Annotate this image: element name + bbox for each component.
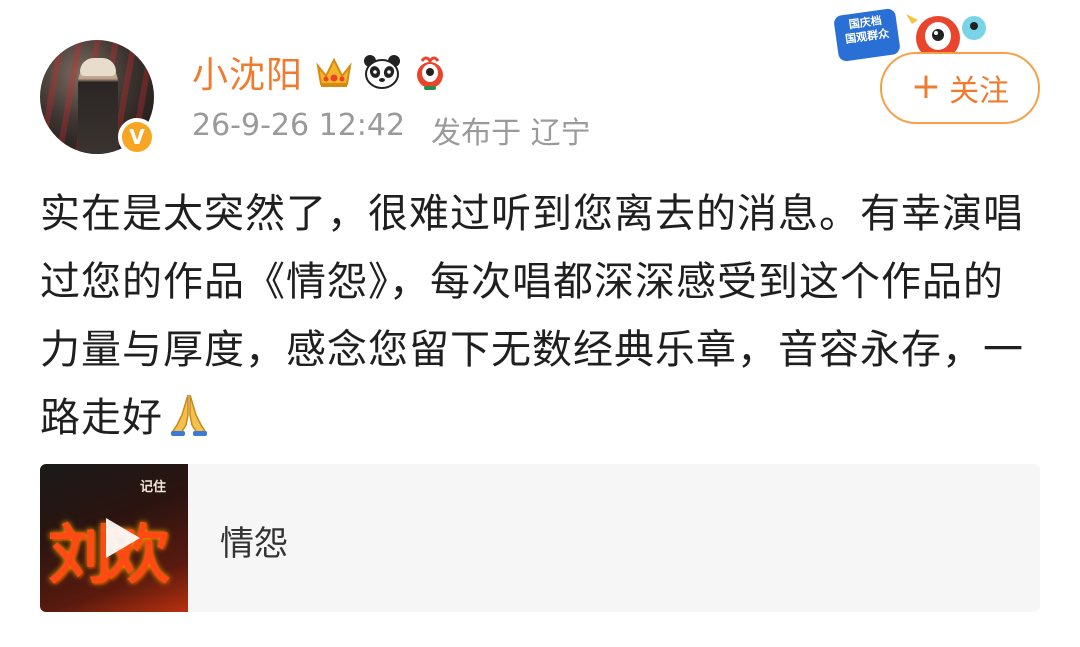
follow-label: 关注 (949, 74, 1010, 109)
verified-v-icon: V (118, 118, 156, 156)
username[interactable]: 小沈阳 (192, 46, 303, 98)
play-icon[interactable] (94, 512, 146, 564)
crown-icon (313, 51, 355, 93)
mascot-icon (409, 51, 451, 93)
holiday-tag: 国庆档 国观群众 (833, 7, 901, 63)
weibo-post-card: V 小沈阳 26-9-26 12:42 发布于 辽宁 国庆档 国观群众 + 关注… (0, 0, 1080, 647)
music-title: 情怨 (220, 524, 288, 564)
timestamp[interactable]: 26-9-26 12:42 (192, 108, 405, 152)
album-cover[interactable]: 记住 刘欢 (40, 464, 188, 612)
plus-icon: + (910, 65, 942, 107)
avatar-hair (80, 58, 116, 76)
post-meta: 26-9-26 12:42 发布于 辽宁 (192, 108, 591, 152)
name-row: 小沈阳 (192, 44, 451, 100)
follow-button[interactable]: + 关注 (880, 52, 1040, 124)
verified-letter: V (129, 125, 145, 149)
post-body: 实在是太突然了，很难过听到您离去的消息。有幸演唱过您的作品《情怨》，每次唱都深深… (40, 180, 1040, 458)
location: 发布于 辽宁 (431, 116, 591, 151)
cover-caption: 记住 (140, 480, 167, 495)
panda-icon (361, 51, 403, 93)
music-card[interactable]: 记住 刘欢 情怨 (40, 464, 1040, 612)
praying-hands-icon (167, 390, 211, 458)
